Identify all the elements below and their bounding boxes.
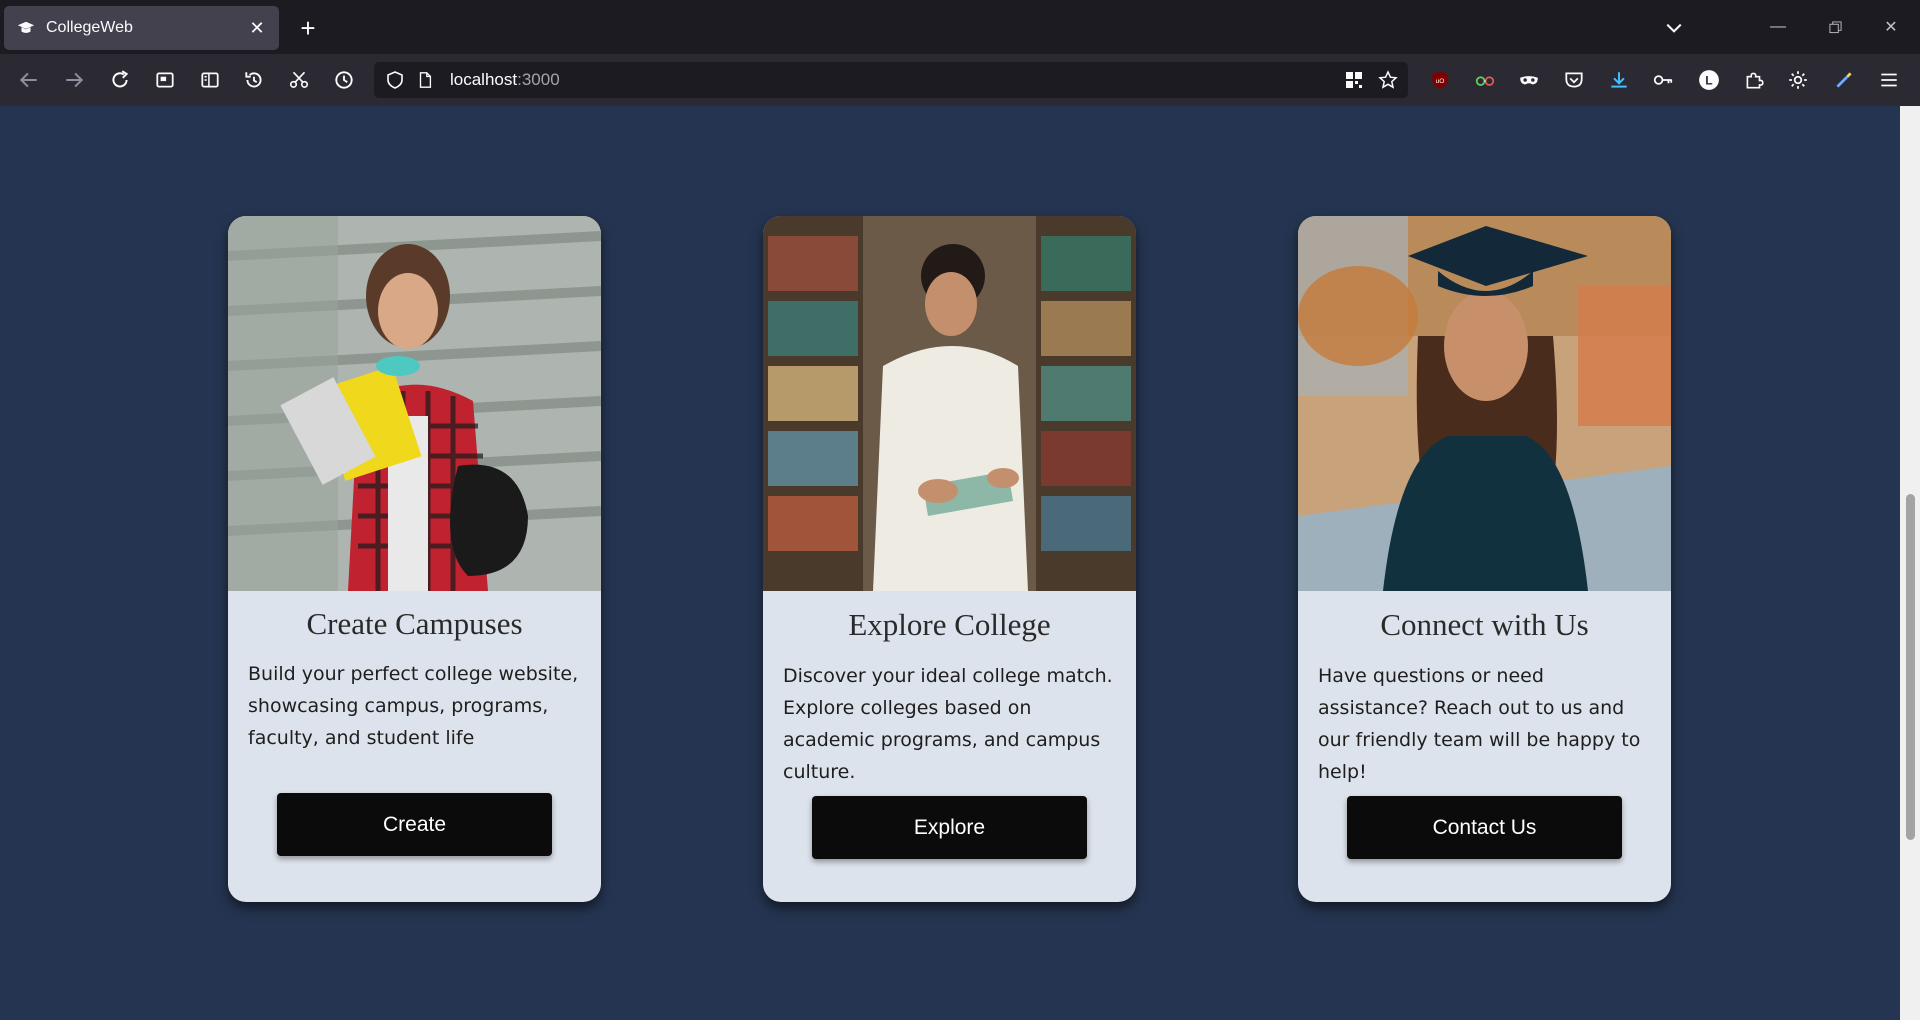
card-create-campuses: Create Campuses Build your perfect colle…: [228, 216, 601, 902]
tab-strip: CollegeWeb ✕ + — ✕: [0, 0, 1920, 54]
spy-glasses-extension-icon[interactable]: [1468, 63, 1502, 97]
new-tab-button[interactable]: +: [292, 12, 324, 44]
card-title: Create Campuses: [306, 606, 523, 641]
reload-icon[interactable]: [103, 63, 137, 97]
student-with-notebooks-photo: [228, 216, 601, 591]
settings-gear-icon[interactable]: [1781, 63, 1815, 97]
page-viewport: Create Campuses Build your perfect colle…: [0, 106, 1920, 1020]
app-menu-hamburger-icon[interactable]: [1872, 63, 1906, 97]
bookmark-star-icon[interactable]: [1376, 68, 1400, 92]
card-title: Explore College: [848, 607, 1051, 642]
card-explore-college: Explore College Discover your ideal coll…: [763, 216, 1136, 902]
url-text[interactable]: localhost:3000: [450, 70, 560, 90]
student-reading-in-library-photo: [763, 216, 1136, 591]
address-bar[interactable]: localhost:3000: [374, 62, 1408, 98]
close-window-icon[interactable]: ✕: [1871, 12, 1911, 42]
sidebar-icon[interactable]: [193, 63, 227, 97]
contact-us-button[interactable]: Contact Us: [1347, 796, 1622, 859]
list-all-tabs-chevron-icon[interactable]: [1658, 14, 1690, 42]
color-picker-icon[interactable]: [1827, 63, 1861, 97]
browser-tab-active[interactable]: CollegeWeb ✕: [4, 6, 279, 50]
page-info-icon[interactable]: [414, 69, 436, 91]
tab-close-icon[interactable]: ✕: [247, 18, 267, 38]
card-title: Connect with Us: [1380, 607, 1589, 642]
qr-code-icon[interactable]: [1342, 68, 1366, 92]
graduate-in-cap-and-gown-photo: [1298, 216, 1671, 591]
urlbar-actions: [1342, 68, 1400, 92]
pocket-icon[interactable]: [1557, 63, 1591, 97]
account-l-avatar-icon[interactable]: L: [1692, 63, 1726, 97]
url-host: localhost: [450, 70, 518, 89]
clock-icon[interactable]: [327, 63, 361, 97]
password-key-icon[interactable]: [1646, 63, 1680, 97]
scissors-icon[interactable]: [282, 63, 316, 97]
ublock-origin-icon[interactable]: uO: [1423, 63, 1457, 97]
explore-button[interactable]: Explore: [812, 796, 1087, 859]
history-icon[interactable]: [237, 63, 271, 97]
svg-text:uO: uO: [1436, 78, 1445, 85]
card-connect-with-us: Connect with Us Have questions or need a…: [1298, 216, 1671, 902]
vertical-scrollbar[interactable]: [1900, 106, 1920, 1020]
extensions-puzzle-icon[interactable]: [1737, 63, 1771, 97]
minimize-window-icon[interactable]: —: [1758, 12, 1798, 42]
back-arrow-icon[interactable]: [12, 63, 46, 97]
downloads-icon[interactable]: [1602, 63, 1636, 97]
svg-text:L: L: [1705, 73, 1713, 87]
forward-arrow-icon[interactable]: [57, 63, 91, 97]
tab-title: CollegeWeb: [46, 19, 133, 36]
card-description: Build your perfect college website, show…: [248, 663, 579, 749]
restore-window-icon[interactable]: [1815, 12, 1855, 42]
url-port: :3000: [517, 70, 560, 89]
private-mask-icon[interactable]: [1512, 63, 1546, 97]
graduation-cap-favicon-icon: [16, 18, 36, 38]
tracking-protection-shield-icon[interactable]: [384, 69, 406, 91]
card-description: Discover your ideal college match. Explo…: [783, 665, 1113, 783]
navigation-toolbar: localhost:3000 uO L: [0, 54, 1920, 106]
scrollbar-thumb[interactable]: [1906, 494, 1915, 840]
screenshot-icon[interactable]: [148, 63, 182, 97]
create-button[interactable]: Create: [277, 793, 552, 856]
card-description: Have questions or need assistance? Reach…: [1318, 665, 1641, 783]
